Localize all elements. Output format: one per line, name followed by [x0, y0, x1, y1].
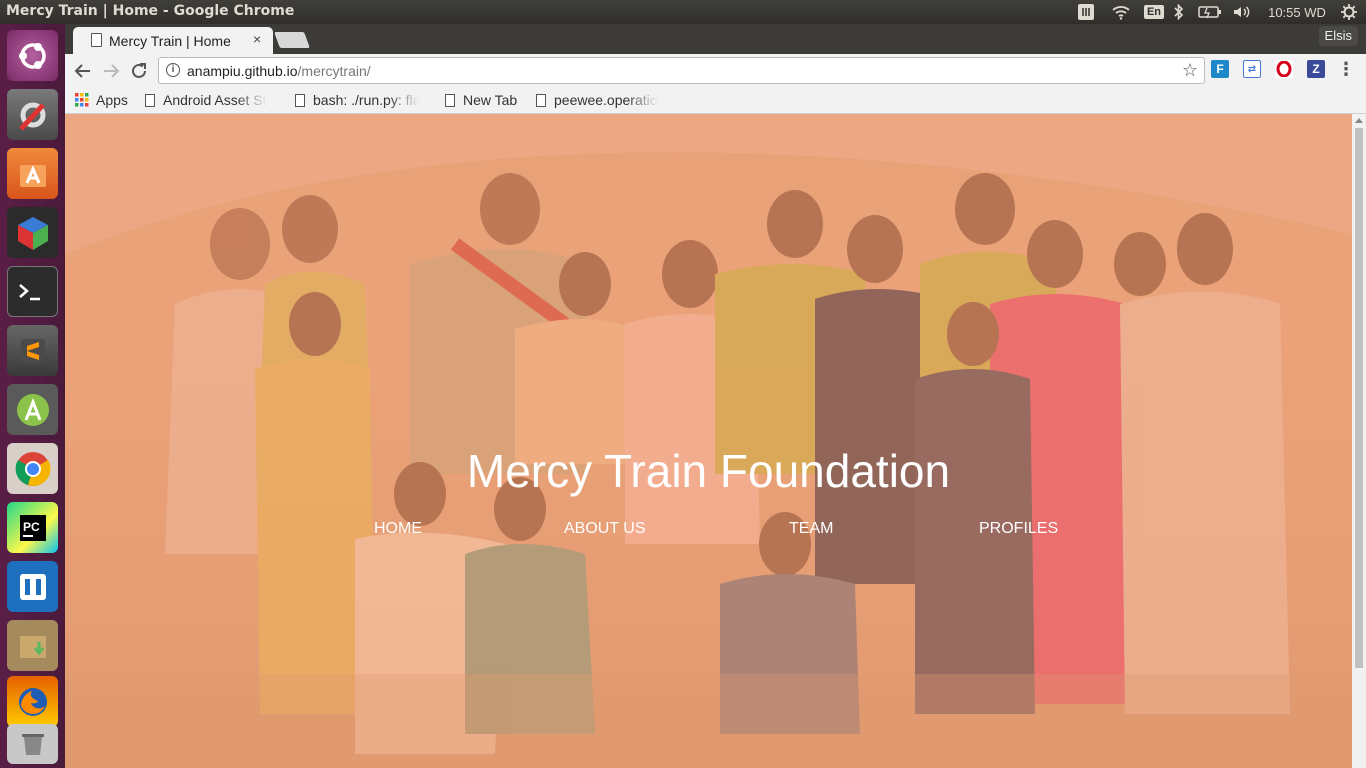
back-arrow-icon — [74, 64, 90, 78]
window-title: Mercy Train | Home - Google Chrome — [6, 3, 295, 19]
terminal-icon[interactable] — [7, 266, 58, 317]
page-icon — [445, 93, 455, 107]
forward-button[interactable] — [99, 59, 123, 83]
bookmark-item[interactable]: peewee.operatio — [536, 91, 671, 109]
cube-app-icon[interactable] — [7, 207, 58, 258]
session-gear-icon[interactable] — [1340, 3, 1358, 21]
system-settings-icon[interactable] — [7, 89, 58, 140]
browser-window: Mercy Train | Home × Elsis i anampiu.git… — [65, 24, 1366, 768]
wifi-icon[interactable] — [1110, 3, 1132, 21]
software-center-icon[interactable] — [7, 148, 58, 199]
back-button[interactable] — [71, 59, 95, 83]
reload-icon — [132, 63, 146, 78]
tab-strip: Mercy Train | Home × Elsis — [65, 24, 1366, 54]
forward-arrow-icon — [104, 64, 120, 78]
url-text[interactable]: anampiu.github.io/mercytrain/ — [187, 63, 371, 79]
site-info-icon[interactable]: i — [166, 63, 180, 77]
bookmark-apps[interactable]: Apps — [75, 91, 128, 109]
url-path: /mercytrain/ — [297, 63, 371, 79]
bookmark-label: Apps — [96, 92, 128, 108]
bluetooth-icon[interactable] — [1172, 3, 1186, 21]
hero-title: Mercy Train Foundation — [466, 445, 951, 497]
bookmark-label: New Tab — [463, 92, 518, 108]
nav-team-link[interactable]: TEAM — [789, 520, 833, 538]
nav-about-us-link[interactable]: ABOUT US — [564, 520, 646, 538]
remmina-icon[interactable] — [7, 561, 58, 612]
page-icon — [536, 93, 546, 107]
scroll-up-icon[interactable] — [1355, 118, 1363, 123]
page-favicon-icon — [91, 33, 102, 47]
tab-active[interactable]: Mercy Train | Home × — [73, 27, 273, 54]
tab-title: Mercy Train | Home — [109, 33, 231, 49]
address-bar[interactable]: i anampiu.github.io/mercytrain/ ☆ — [158, 57, 1205, 84]
profile-button[interactable]: Elsis — [1318, 26, 1358, 46]
extension-z-icon[interactable]: Z — [1307, 60, 1325, 78]
bookmark-star-icon[interactable]: ☆ — [1182, 60, 1198, 81]
bookmark-item[interactable]: Android Asset St — [145, 91, 280, 109]
keyboard-layout-icon[interactable]: En — [1143, 3, 1165, 21]
unity-launcher: PC — [0, 24, 65, 768]
bookmark-label: peewee.operatio — [554, 92, 658, 108]
volume-icon[interactable] — [1232, 3, 1252, 21]
browser-toolbar: i anampiu.github.io/mercytrain/ ☆ F ⇄ Z … — [65, 54, 1366, 87]
android-studio-icon[interactable] — [7, 384, 58, 435]
extension-opera-icon[interactable] — [1275, 60, 1293, 78]
bookmark-label: bash: ./run.py: fla — [313, 92, 421, 108]
page-icon — [295, 93, 305, 107]
pycharm-icon[interactable]: PC — [7, 502, 58, 553]
url-host: anampiu.github.io — [187, 63, 298, 79]
chrome-icon[interactable] — [7, 443, 58, 494]
scrollbar-thumb[interactable] — [1355, 128, 1363, 668]
new-tab-button[interactable] — [274, 32, 310, 48]
tab-close-icon[interactable]: × — [253, 31, 261, 47]
extension-f-icon[interactable]: F — [1211, 60, 1229, 78]
bookmark-item[interactable]: New Tab — [445, 91, 517, 109]
trash-icon[interactable] — [7, 724, 58, 764]
bookmark-item[interactable]: bash: ./run.py: fla — [295, 91, 432, 109]
svg-text:PC: PC — [23, 520, 40, 534]
page-icon — [145, 93, 155, 107]
extension-translate-icon[interactable]: ⇄ — [1243, 60, 1261, 78]
nav-home-link[interactable]: HOME — [374, 520, 422, 538]
keyboard-indicator-icon[interactable] — [1077, 3, 1095, 21]
chrome-menu-icon[interactable]: ⋮ — [1337, 59, 1355, 79]
bookmark-label: Android Asset St — [163, 92, 267, 108]
keyboard-layout-label: En — [1143, 5, 1165, 19]
nav-profiles-link[interactable]: PROFILES — [979, 520, 1058, 538]
reload-button[interactable] — [127, 59, 151, 83]
bookmarks-bar: Apps Android Asset St bash: ./run.py: fl… — [65, 87, 1366, 114]
web-page: Mercy Train Foundation HOME ABOUT US TEA… — [65, 114, 1352, 768]
sublime-text-icon[interactable] — [7, 325, 58, 376]
system-top-bar: Mercy Train | Home - Google Chrome En 10… — [0, 0, 1366, 24]
clock[interactable]: 10:55 WD — [1264, 3, 1330, 21]
archive-manager-icon[interactable] — [7, 620, 58, 671]
firefox-icon[interactable] — [7, 676, 58, 727]
page-scrollbar[interactable] — [1352, 114, 1366, 768]
battery-icon[interactable] — [1197, 3, 1223, 21]
hero-background-photo — [65, 114, 1352, 768]
apps-grid-icon — [75, 93, 89, 107]
ubuntu-dash-icon[interactable] — [7, 30, 58, 81]
